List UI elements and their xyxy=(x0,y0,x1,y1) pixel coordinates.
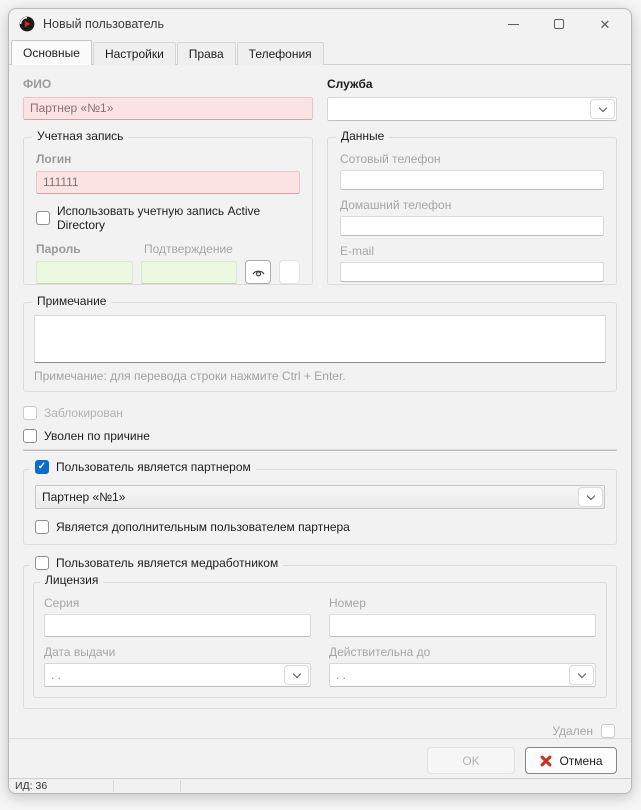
deleted-checkbox[interactable] xyxy=(601,724,615,738)
confirm-input[interactable] xyxy=(141,261,238,284)
ad-checkbox[interactable] xyxy=(36,211,50,225)
valid-until-value: . . xyxy=(330,668,569,682)
password-input[interactable] xyxy=(36,261,133,284)
email-label: E-mail xyxy=(340,244,604,258)
additional-partner-label: Является дополнительным пользователем па… xyxy=(56,520,350,534)
tab-main[interactable]: Основные xyxy=(11,40,92,65)
license-group-title: Лицензия xyxy=(40,573,103,587)
data-group: Данные Сотовый телефон Домашний телефон … xyxy=(327,137,617,285)
chevron-down-icon xyxy=(292,669,300,677)
note-textarea[interactable] xyxy=(34,315,606,363)
confirm-label: Подтверждение xyxy=(144,242,233,256)
fired-checkbox[interactable] xyxy=(23,429,37,443)
partner-value: Партнер «№1» xyxy=(36,490,578,504)
valid-until-label: Действительна до xyxy=(329,645,596,659)
cancel-button-label: Отмена xyxy=(559,754,602,768)
login-input[interactable]: 111111 xyxy=(36,171,300,194)
status-segment-3 xyxy=(181,779,631,793)
fired-reason-input[interactable] xyxy=(23,449,617,451)
partner-dropdown-button[interactable] xyxy=(578,487,603,507)
license-group: Лицензия Серия Дата выдачи . . Номер xyxy=(33,582,607,698)
additional-partner-checkbox[interactable] xyxy=(35,520,49,534)
fio-label: ФИО xyxy=(23,77,313,91)
home-phone-input[interactable] xyxy=(340,216,604,236)
home-phone-label: Домашний телефон xyxy=(340,198,604,212)
tab-bar: Основные Настройки Права Телефония xyxy=(9,39,631,65)
fired-checkbox-row[interactable]: Уволен по причине xyxy=(23,429,617,443)
fio-input[interactable]: Партнер «№1» xyxy=(23,97,313,120)
tab-telephony[interactable]: Телефония xyxy=(237,42,324,65)
service-combobox[interactable] xyxy=(327,97,617,121)
partner-label: Пользователь является партнером xyxy=(56,460,251,474)
ad-checkbox-row[interactable]: Использовать учетную запись Active Direc… xyxy=(36,204,300,232)
red-cross-icon xyxy=(539,754,553,768)
medworker-group-header[interactable]: Пользователь является медработником xyxy=(30,556,283,570)
note-group-title: Примечание xyxy=(32,294,111,308)
note-group: Примечание Примечание: для перевода стро… xyxy=(23,302,617,392)
show-password-button[interactable] xyxy=(245,260,271,284)
new-user-dialog: Новый пользователь ✕ Основные Настройки … xyxy=(8,8,632,794)
service-label: Служба xyxy=(327,77,617,91)
blocked-checkbox-row: Заблокирован xyxy=(23,406,617,420)
data-group-title: Данные xyxy=(336,129,389,143)
eye-icon xyxy=(251,265,266,280)
additional-partner-row[interactable]: Является дополнительным пользователем па… xyxy=(35,520,605,534)
medworker-label: Пользователь является медработником xyxy=(56,556,278,570)
partner-group: Пользователь является партнером Партнер … xyxy=(23,469,617,545)
series-label: Серия xyxy=(44,596,311,610)
password-label: Пароль xyxy=(36,242,144,256)
number-label: Номер xyxy=(329,596,596,610)
maximize-button[interactable] xyxy=(551,16,567,32)
blocked-checkbox[interactable] xyxy=(23,406,37,420)
valid-until-dropdown-button[interactable] xyxy=(569,665,594,685)
number-input[interactable] xyxy=(329,614,596,637)
title-bar: Новый пользователь ✕ xyxy=(9,9,631,39)
status-segment-2 xyxy=(114,779,180,793)
app-logo-icon xyxy=(19,16,35,32)
fired-label: Уволен по причине xyxy=(44,429,150,443)
tab-rights[interactable]: Права xyxy=(177,42,236,65)
chevron-down-icon xyxy=(586,491,594,499)
status-id: ИД: 36 xyxy=(9,779,113,793)
blocked-label: Заблокирован xyxy=(44,406,123,420)
account-group-title: Учетная запись xyxy=(32,129,128,143)
minimize-button[interactable] xyxy=(505,16,521,32)
account-group: Учетная запись Логин 111111 Использовать… xyxy=(23,137,313,285)
close-button[interactable]: ✕ xyxy=(597,16,613,32)
email-input[interactable] xyxy=(340,262,604,282)
cancel-button[interactable]: Отмена xyxy=(525,747,617,774)
window-title: Новый пользователь xyxy=(43,17,505,31)
issue-date-dropdown-button[interactable] xyxy=(284,665,309,685)
valid-until-picker[interactable]: . . xyxy=(329,663,596,687)
issue-date-value: . . xyxy=(45,668,284,682)
deleted-label: Удален xyxy=(552,724,593,738)
chevron-down-icon xyxy=(598,103,606,111)
status-bar: ИД: 36 xyxy=(9,778,631,793)
issue-date-label: Дата выдачи xyxy=(44,645,311,659)
medworker-checkbox[interactable] xyxy=(35,556,49,570)
ok-button[interactable]: OK xyxy=(427,747,515,774)
mobile-phone-input[interactable] xyxy=(340,170,604,190)
close-icon: ✕ xyxy=(600,18,611,31)
partner-combobox[interactable]: Партнер «№1» xyxy=(35,485,605,509)
mobile-phone-label: Сотовый телефон xyxy=(340,152,604,166)
partner-checkbox[interactable] xyxy=(35,460,49,474)
ad-checkbox-label: Использовать учетную запись Active Direc… xyxy=(57,204,300,232)
tab-page-main: ФИО Партнер «№1» Служба Учетная запись Л… xyxy=(9,65,631,778)
issue-date-picker[interactable]: . . xyxy=(44,663,311,687)
medworker-group: Пользователь является медработником Лице… xyxy=(23,565,617,709)
series-input[interactable] xyxy=(44,614,311,637)
deleted-row: Удален xyxy=(23,724,617,738)
service-dropdown-button[interactable] xyxy=(590,99,615,119)
button-bar: OK Отмена xyxy=(9,738,631,782)
minimize-icon xyxy=(508,24,519,25)
note-hint: Примечание: для перевода строки нажмите … xyxy=(34,369,606,383)
extra-password-button[interactable] xyxy=(279,260,300,284)
partner-group-header[interactable]: Пользователь является партнером xyxy=(30,460,256,474)
login-label: Логин xyxy=(36,152,300,166)
chevron-down-icon xyxy=(577,669,585,677)
tab-settings[interactable]: Настройки xyxy=(93,42,176,65)
maximize-icon xyxy=(554,19,564,29)
